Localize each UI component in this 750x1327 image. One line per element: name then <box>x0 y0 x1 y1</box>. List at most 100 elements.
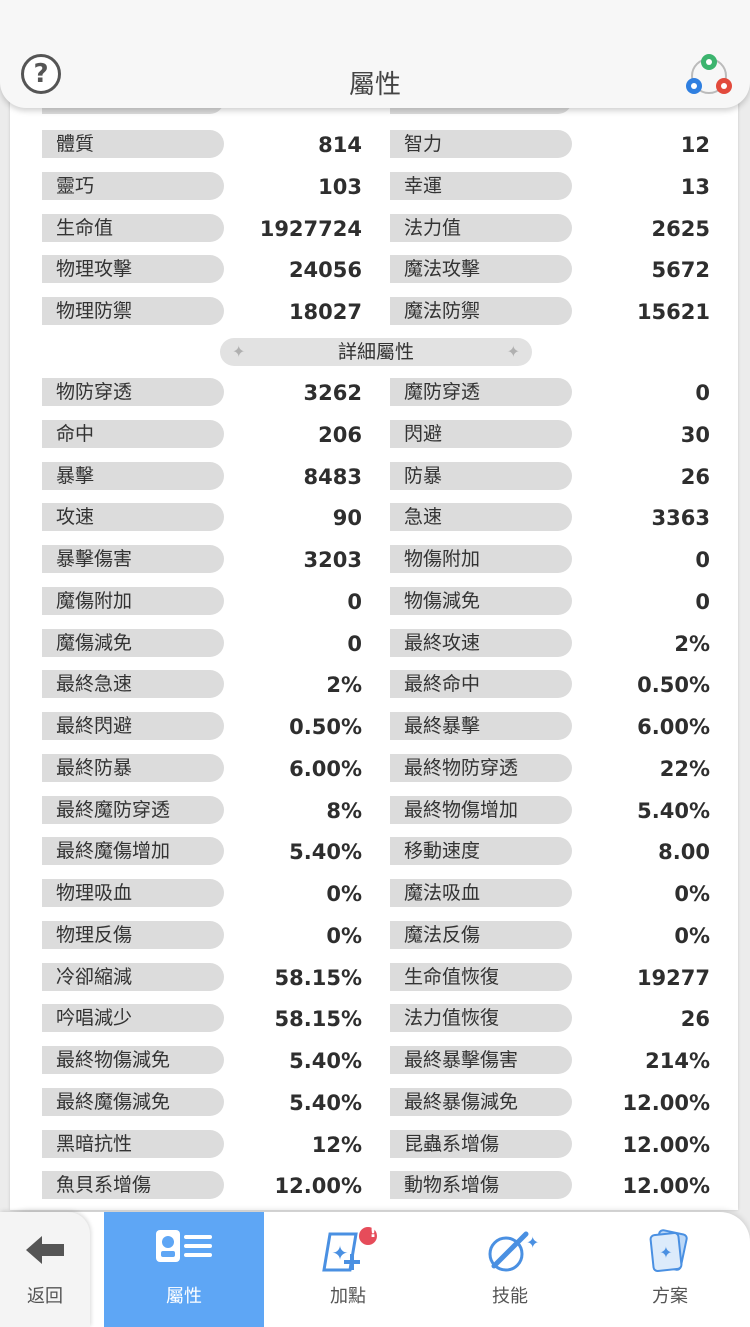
stat-label: 暴擊 <box>42 461 224 490</box>
stat-label: 魔法防禦 <box>390 297 572 326</box>
stat-label: 魔傷減免 <box>42 628 224 657</box>
stat-label: 物傷減免 <box>390 586 572 615</box>
stat-label: 最終急速 <box>42 670 224 699</box>
stat-value: 1927724 <box>259 216 362 241</box>
back-arrow-icon <box>26 1236 64 1264</box>
stat-value: 5672 <box>651 258 710 283</box>
stat-label: 最終暴傷減免 <box>390 1087 572 1116</box>
stat-label: 最終魔防穿透 <box>42 795 224 824</box>
stat-row: 最終閃避 0.50% 最終暴擊 6.00% <box>10 708 738 742</box>
stat-value: 8.00 <box>658 840 710 865</box>
stat-label: 攻速 <box>42 503 224 532</box>
stat-row: 最終急速 2% 最終命中 0.50% <box>10 666 738 700</box>
stat-value: 24056 <box>288 258 362 283</box>
stat-label: 暴擊傷害 <box>42 545 224 573</box>
section-title: 詳細屬性 <box>337 341 414 363</box>
stat-value: 3262 <box>303 381 362 405</box>
stat-row: 最終魔傷增加 5.40% 移動速度 8.00 <box>10 833 738 867</box>
tab-label: 屬性 <box>166 1286 202 1307</box>
stat-label: 魔法攻擊 <box>390 255 572 284</box>
stat-label: 物理攻擊 <box>42 255 224 284</box>
stat-value: 8% <box>326 798 362 823</box>
stat-value: 19277 <box>636 965 710 990</box>
stat-value: 103 <box>318 174 362 199</box>
stat-row: 魔傷附加 0 物傷減免 0 <box>10 583 738 617</box>
stat-label: 物理防禦 <box>42 297 224 326</box>
stat-value: 58.15% <box>274 965 362 990</box>
stat-value: 26 <box>680 1007 710 1032</box>
stat-label: 閃避 <box>390 419 572 448</box>
stat-label: 最終魔傷減免 <box>42 1087 224 1116</box>
tab-plans[interactable]: ✦ 方案 <box>590 1212 750 1327</box>
tab-skills[interactable]: ✦ 技能 <box>430 1212 590 1327</box>
tab-label: 加點 <box>330 1286 366 1307</box>
stat-row: 冷卻縮減 58.15% 生命值恢復 19277 <box>10 959 738 993</box>
tab-label: 技能 <box>492 1286 528 1307</box>
stat-row: 命中 206 閃避 30 <box>10 416 738 450</box>
stat-value: 5.40% <box>289 1090 362 1115</box>
skill-icon: ✦ <box>488 1231 539 1272</box>
stat-value: 0 <box>695 381 710 405</box>
stat-label: 防暴 <box>390 461 572 490</box>
stat-value: 0% <box>326 882 362 906</box>
stat-value: 12 <box>680 133 710 157</box>
stat-value: 0.50% <box>289 715 362 739</box>
stat-label: 法力值恢復 <box>390 1004 572 1033</box>
stat-value: 30 <box>680 422 710 447</box>
stat-value: 3203 <box>303 548 362 572</box>
stat-label: 最終魔傷增加 <box>42 837 224 866</box>
stat-value: 13 <box>680 174 710 199</box>
stat-value: 90 <box>332 506 362 531</box>
back-button[interactable]: 返回 <box>0 1212 90 1327</box>
stat-label: 魔傷附加 <box>42 586 224 615</box>
element-cycle-icon[interactable] <box>682 52 736 100</box>
stat-value: 0% <box>674 882 710 906</box>
stat-row: 靈巧 103 幸運 13 <box>10 168 738 202</box>
stat-label: 幸運 <box>390 171 572 200</box>
tab-attributes[interactable]: 屬性 <box>104 1212 264 1327</box>
stat-label: 最終物防穿透 <box>390 753 572 782</box>
stat-label: 魔法反傷 <box>390 920 572 949</box>
stat-value: 0 <box>695 589 710 614</box>
stat-value: 2625 <box>651 216 710 241</box>
attribute-sheet[interactable]: 體質 814 智力 12 靈巧 103 幸運 13 生命值 1927724 法力值 2625 物理攻擊 2… <box>10 0 738 1210</box>
stat-value: 5.40% <box>289 1049 362 1073</box>
stat-value: 15621 <box>636 300 710 325</box>
stat-value: 12% <box>311 1132 362 1157</box>
stat-value: 58.15% <box>274 1007 362 1032</box>
stat-label: 動物系增傷 <box>390 1171 572 1200</box>
stat-value: 12.00% <box>622 1174 710 1199</box>
stat-value: 0% <box>326 923 362 948</box>
stat-label: 昆蟲系增傷 <box>390 1129 572 1158</box>
stat-value: 0.50% <box>637 673 710 698</box>
stat-value: 5.40% <box>289 840 362 865</box>
tab-label: 方案 <box>652 1286 688 1307</box>
tab-add-points[interactable]: ✦ ! 加點 <box>268 1212 428 1327</box>
stat-label: 最終暴擊傷害 <box>390 1046 572 1074</box>
stat-row: 物理吸血 0% 魔法吸血 0% <box>10 875 738 909</box>
sparkle-right-icon: ✦ <box>506 342 520 361</box>
stat-value: 0 <box>347 631 362 656</box>
stat-label: 最終攻速 <box>390 628 572 657</box>
section-detail-header: ✦ 詳細屬性 ✦ <box>220 338 532 366</box>
stat-value: 0 <box>347 589 362 614</box>
stat-value: 22% <box>659 756 710 781</box>
stat-value: 12.00% <box>274 1174 362 1199</box>
stat-label: 命中 <box>42 419 224 448</box>
stat-label: 黑暗抗性 <box>42 1129 224 1158</box>
stat-label: 體質 <box>42 130 224 158</box>
stat-label: 靈巧 <box>42 171 224 200</box>
stat-value: 3363 <box>651 506 710 531</box>
stat-row: 體質 814 智力 12 <box>10 126 738 160</box>
stat-label: 魚貝系增傷 <box>42 1171 224 1200</box>
stat-label: 急速 <box>390 503 572 532</box>
attribute-card-icon <box>156 1230 212 1262</box>
stat-value: 2% <box>326 673 362 698</box>
stat-label: 冷卻縮減 <box>42 962 224 991</box>
stat-label: 最終閃避 <box>42 712 224 740</box>
stat-value: 6.00% <box>289 756 362 781</box>
stat-value: 26 <box>680 464 710 489</box>
stat-label: 最終物傷增加 <box>390 795 572 824</box>
stat-label: 吟唱減少 <box>42 1004 224 1033</box>
stat-label: 最終暴擊 <box>390 712 572 740</box>
